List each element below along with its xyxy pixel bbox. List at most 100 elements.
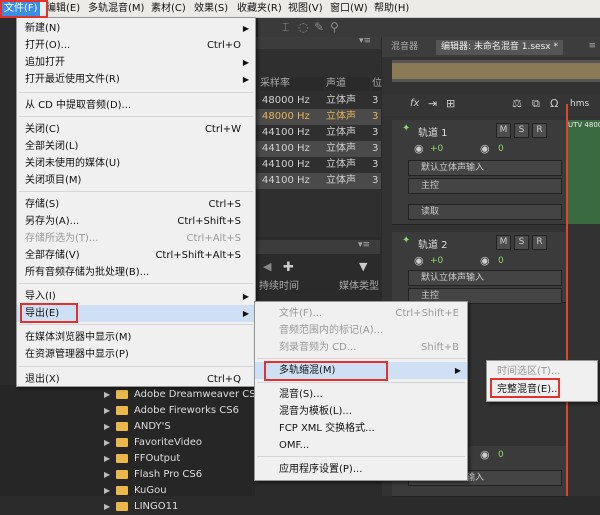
snap-icon[interactable]: ⧉ bbox=[532, 97, 540, 111]
expand-arrow-icon[interactable]: ▶ bbox=[104, 467, 110, 483]
back-icon[interactable]: ◀ bbox=[263, 260, 271, 273]
expand-arrow-icon[interactable]: ▶ bbox=[104, 419, 110, 435]
cursor-tool-icon[interactable]: ⌶ bbox=[282, 17, 289, 37]
playhead[interactable] bbox=[566, 104, 568, 496]
menu-8[interactable]: 帮助(H) bbox=[372, 0, 411, 17]
export-menu-item-7[interactable]: OMF... bbox=[255, 437, 467, 454]
expand-arrow-icon[interactable]: ▶ bbox=[104, 403, 110, 419]
list-item[interactable]: ▶ FFOutput bbox=[100, 451, 255, 467]
mute-button[interactable]: M bbox=[496, 235, 511, 250]
input-select[interactable]: 默认立体声输入 bbox=[408, 270, 562, 286]
track-1[interactable]: ✦ 轨道 1 M S R ◉ +0 ◉ 0 默认立体声输入 主控 读取 bbox=[392, 120, 567, 225]
menu-4[interactable]: 效果(S) bbox=[192, 0, 230, 17]
export-menu-item-6[interactable]: FCP XML 交换格式... bbox=[255, 420, 467, 437]
file-menu-item-13[interactable]: 所有音频存储为批处理(B)... bbox=[17, 264, 255, 281]
column-header-bits[interactable]: 位 bbox=[372, 77, 382, 91]
list-item[interactable]: ▶ KuGou bbox=[100, 483, 255, 499]
file-menu-item-10[interactable]: 另存为(A)... Ctrl+Shift+S bbox=[17, 213, 255, 230]
headphones-icon[interactable]: Ω bbox=[550, 97, 558, 110]
menu-1[interactable]: 编辑(E) bbox=[44, 0, 82, 17]
file-menu-item-1[interactable]: 打开(O)... Ctrl+O bbox=[17, 37, 255, 54]
list-item[interactable]: ▶ Adobe Dreamweaver CS6 bbox=[100, 387, 262, 403]
list-item[interactable]: ▶ LINGO11 bbox=[100, 499, 255, 515]
pan-knob-icon[interactable]: ◉ bbox=[480, 448, 490, 461]
expand-arrow-icon[interactable]: ▶ bbox=[104, 451, 110, 467]
file-menu-item-5[interactable]: 关闭(C) Ctrl+W bbox=[17, 121, 255, 138]
output-select[interactable]: 主控 bbox=[408, 178, 562, 194]
table-row[interactable]: 48000 Hz 立体声 3 bbox=[256, 109, 381, 125]
volume-knob-icon[interactable]: ◉ bbox=[414, 142, 424, 155]
pan-value[interactable]: 0 bbox=[498, 256, 504, 266]
panel-menu-icon[interactable]: ≡ bbox=[588, 41, 596, 51]
export-menu-item-4[interactable]: 混音(S)... bbox=[255, 386, 467, 403]
volume-value[interactable]: +0 bbox=[430, 256, 443, 266]
menu-3[interactable]: 素材(C) bbox=[149, 0, 188, 17]
expand-arrow-icon[interactable]: ▶ bbox=[104, 499, 110, 515]
send-icon[interactable]: ⇥ bbox=[428, 97, 437, 110]
column-header-media-type[interactable]: 媒体类型 bbox=[339, 280, 380, 294]
record-button[interactable]: R bbox=[532, 123, 547, 138]
file-menu-item-2[interactable]: 追加打开 ▶ bbox=[17, 54, 255, 71]
table-row[interactable]: 48000 Hz 立体声 3 bbox=[256, 93, 381, 109]
menu-6[interactable]: 视图(V) bbox=[286, 0, 325, 17]
brush-tool-icon[interactable]: ✎ bbox=[314, 17, 324, 37]
file-menu-item-3[interactable]: 打开最近使用文件(R) ▶ bbox=[17, 71, 255, 88]
menu-7[interactable]: 窗口(W) bbox=[328, 0, 370, 17]
filter-icon[interactable]: ▼ bbox=[359, 260, 367, 273]
table-row[interactable]: 44100 Hz 立体声 3 bbox=[256, 173, 381, 189]
file-menu-item-16[interactable]: 在媒体浏览器中显示(M) bbox=[17, 329, 255, 346]
file-menu-item-7[interactable]: 关闭未使用的媒体(U) bbox=[17, 155, 255, 172]
list-item[interactable]: ▶ FavoriteVideo bbox=[100, 435, 255, 451]
pan-value[interactable]: 0 bbox=[498, 450, 504, 460]
expand-arrow-icon[interactable]: ▶ bbox=[104, 483, 110, 499]
column-header-samplerate[interactable]: 采样率 bbox=[260, 77, 324, 91]
file-menu-item-17[interactable]: 在资源管理器中显示(P) bbox=[17, 346, 255, 363]
tab-mixer[interactable]: 混音器 bbox=[386, 40, 423, 55]
export-menu-item-5[interactable]: 混音为模板(L)... bbox=[255, 403, 467, 420]
column-header-channels[interactable]: 声道 bbox=[326, 77, 370, 91]
lasso-tool-icon[interactable]: ◌ bbox=[298, 17, 308, 37]
overview-bar[interactable] bbox=[392, 60, 600, 82]
pan-value[interactable]: 0 bbox=[498, 144, 504, 154]
pan-knob-icon[interactable]: ◉ bbox=[480, 254, 490, 267]
volume-knob-icon[interactable]: ◉ bbox=[414, 254, 424, 267]
panel-menu-icon[interactable]: ▾≡ bbox=[359, 36, 371, 46]
menu-5[interactable]: 收藏夹(R) bbox=[235, 0, 284, 17]
volume-value[interactable]: +0 bbox=[430, 144, 443, 154]
pan-knob-icon[interactable]: ◉ bbox=[480, 142, 490, 155]
list-item[interactable]: ▶ ANDY'S bbox=[100, 419, 255, 435]
export-menu-item-8[interactable]: 应用程序设置(P)... bbox=[255, 461, 467, 478]
file-menu-item-18[interactable]: 退出(X) Ctrl+Q bbox=[17, 371, 255, 388]
menu-2[interactable]: 多轨混音(M) bbox=[86, 0, 146, 17]
automation-mode-select[interactable]: 读取 bbox=[408, 204, 562, 220]
spot-heal-tool-icon[interactable]: ⚲ bbox=[330, 17, 339, 37]
expand-arrow-icon[interactable]: ▶ bbox=[104, 387, 110, 403]
add-icon[interactable]: ✚ bbox=[283, 260, 294, 275]
table-row[interactable]: 44100 Hz 立体声 3 bbox=[256, 125, 381, 141]
list-item[interactable]: ▶ Adobe Fireworks CS6 bbox=[100, 403, 255, 419]
table-row[interactable]: 44100 Hz 立体声 3 bbox=[256, 141, 381, 157]
expand-arrow-icon[interactable]: ▶ bbox=[104, 435, 110, 451]
file-menu-item-6[interactable]: 全部关闭(L) bbox=[17, 138, 255, 155]
input-select[interactable]: 默认立体声输入 bbox=[408, 160, 562, 176]
panel-menu-icon[interactable]: ▾≡ bbox=[358, 240, 370, 250]
track-title[interactable]: 轨道 2 bbox=[418, 236, 448, 251]
metronome-icon[interactable]: ⚖ bbox=[512, 97, 522, 110]
solo-button[interactable]: S bbox=[514, 123, 529, 138]
file-menu-item-8[interactable]: 关闭项目(M) bbox=[17, 172, 255, 189]
file-menu-item-12[interactable]: 全部存储(V) Ctrl+Shift+Alt+S bbox=[17, 247, 255, 264]
track-2[interactable]: ✦ 轨道 2 M S R ◉ +0 ◉ 0 默认立体声输入 主控 bbox=[392, 232, 567, 304]
record-button[interactable]: R bbox=[532, 235, 547, 250]
solo-button[interactable]: S bbox=[514, 235, 529, 250]
table-row[interactable]: 44100 Hz 立体声 3 bbox=[256, 157, 381, 173]
file-menu-item-4[interactable]: 从 CD 中提取音频(D)... bbox=[17, 97, 255, 114]
column-header-duration[interactable]: 持续时间 bbox=[259, 280, 337, 294]
file-menu-item-0[interactable]: 新建(N) ▶ bbox=[17, 20, 255, 37]
fx-icon[interactable]: fx bbox=[410, 98, 419, 109]
track-title[interactable]: 轨道 1 bbox=[418, 124, 448, 139]
tab-editor[interactable]: 编辑器: 未命名混音 1.sesx * bbox=[436, 40, 563, 55]
mute-button[interactable]: M bbox=[496, 123, 511, 138]
list-item[interactable]: ▶ Flash Pro CS6 bbox=[100, 467, 255, 483]
track-1-waveform[interactable]: UTV 48000 bbox=[567, 120, 600, 224]
file-menu-item-9[interactable]: 存储(S) Ctrl+S bbox=[17, 196, 255, 213]
